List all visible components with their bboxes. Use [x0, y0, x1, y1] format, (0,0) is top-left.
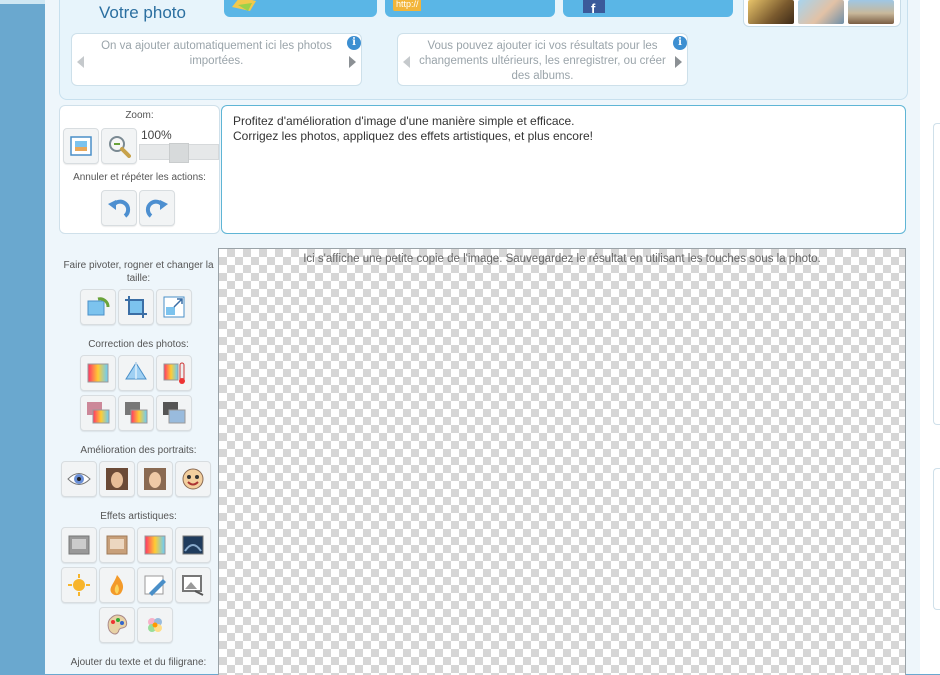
description-line-1: Profitez d'amélioration d'image d'une ma…: [233, 114, 575, 128]
zoom-panel: Zoom: 100% Annuler et répéter les action…: [59, 105, 220, 234]
zoom-label: Zoom:: [125, 110, 154, 121]
caricature-button[interactable]: [175, 461, 211, 497]
upload-panel: Votre photo http:// f On va ajouter auto…: [59, 0, 908, 100]
web-link-icon: http://: [393, 0, 421, 11]
effect-sun-button[interactable]: [61, 567, 97, 603]
results-text: Vous pouvez ajouter ici vos résultats po…: [419, 40, 666, 82]
upload-url-button[interactable]: http://: [385, 0, 555, 17]
fit-to-screen-button[interactable]: [63, 128, 99, 164]
correction-section-title: Correction des photos:: [88, 339, 189, 350]
effect-grayscale-button[interactable]: [61, 527, 97, 563]
info-icon[interactable]: i: [347, 36, 361, 50]
sharpen-button[interactable]: [118, 355, 154, 391]
imported-photos-note: On va ajouter automatiquement ici les ph…: [71, 33, 362, 86]
folder-icon: [232, 0, 256, 11]
redo-icon: [145, 199, 168, 218]
layers-icon: [87, 402, 110, 424]
page-title: Votre photo: [99, 3, 186, 22]
rotate-button[interactable]: [80, 289, 116, 325]
picture-frame-icon: [182, 575, 204, 596]
svg-text:f: f: [591, 1, 596, 13]
sample-photos: [743, 0, 901, 27]
effect-flowers-button[interactable]: [137, 607, 173, 643]
sepia-icon: [106, 535, 128, 555]
right-tab-lower[interactable]: [933, 468, 940, 610]
saturation-button[interactable]: [156, 395, 192, 431]
grayscale-icon: [68, 535, 90, 555]
redo-button[interactable]: [139, 190, 175, 226]
temperature-button[interactable]: [156, 355, 192, 391]
scroll-left-arrow[interactable]: [403, 56, 410, 68]
palette-icon: [107, 614, 128, 635]
face-retouch-button[interactable]: [137, 461, 173, 497]
sample-photo-1[interactable]: [748, 0, 794, 24]
face-icon: [106, 468, 128, 490]
undo-button[interactable]: [101, 190, 137, 226]
sample-photo-2[interactable]: [798, 0, 844, 24]
sample-photo-3[interactable]: [848, 0, 894, 24]
zoom-slider[interactable]: [139, 143, 219, 163]
rotate-section-title: Faire pivoter, rogner et changer la tail…: [63, 260, 214, 284]
effect-color-button[interactable]: [137, 527, 173, 563]
effects-section-title: Effets artistiques:: [100, 511, 177, 522]
effect-sepia-button[interactable]: [99, 527, 135, 563]
right-tab-upper[interactable]: [933, 123, 940, 425]
scroll-left-arrow[interactable]: [77, 56, 84, 68]
eye-icon: [67, 473, 91, 485]
layers-gray-icon: [125, 402, 148, 424]
effect-frame-button[interactable]: [175, 567, 211, 603]
crop-button[interactable]: [118, 289, 154, 325]
svg-text:http://: http://: [396, 0, 419, 9]
results-note: Vous pouvez ajouter ici vos résultats po…: [397, 33, 688, 86]
zoom-value: 100%: [141, 128, 172, 142]
pencil-icon: [144, 575, 166, 596]
portrait-icon: [144, 468, 166, 490]
night-photo-icon: [182, 535, 204, 555]
skin-smooth-button[interactable]: [99, 461, 135, 497]
cartoon-face-icon: [182, 468, 204, 490]
zoom-tool-button[interactable]: [101, 128, 137, 164]
description-box: Profitez d'amélioration d'image d'une ma…: [221, 105, 906, 234]
facebook-icon: f: [583, 0, 605, 13]
crop-icon: [125, 296, 147, 318]
portrait-section-title: Amélioration des portraits:: [80, 445, 197, 456]
rainbow-photo-icon: [144, 535, 166, 555]
resize-button[interactable]: [156, 289, 192, 325]
flower-icon: [148, 618, 162, 632]
red-eye-button[interactable]: [61, 461, 97, 497]
info-icon[interactable]: i: [673, 36, 687, 50]
fit-screen-icon: [70, 136, 92, 156]
layers-dark-icon: [163, 402, 186, 424]
effect-fire-button[interactable]: [99, 567, 135, 603]
undo-icon: [108, 199, 131, 218]
effect-sketch-button[interactable]: [137, 567, 173, 603]
prism-icon: [125, 362, 147, 380]
resize-icon: [163, 296, 185, 318]
thermometer-icon: [163, 362, 185, 384]
canvas-hint: Ici s'affiche une petite copie de l'imag…: [303, 253, 821, 265]
upload-facebook-button[interactable]: f: [563, 0, 733, 17]
scroll-right-arrow[interactable]: [349, 56, 356, 68]
sun-icon: [68, 574, 90, 596]
effect-painting-button[interactable]: [99, 607, 135, 643]
auto-color-button[interactable]: [80, 355, 116, 391]
color-photo-icon: [87, 363, 109, 383]
magnifier-icon: [109, 136, 131, 158]
effect-night-button[interactable]: [175, 527, 211, 563]
undo-redo-label: Annuler et répéter les actions:: [73, 172, 206, 183]
flame-icon: [110, 575, 124, 596]
description-line-2: Corrigez les photos, appliquez des effet…: [233, 129, 593, 143]
rotate-icon: [87, 297, 110, 316]
brightness-button[interactable]: [80, 395, 116, 431]
imported-photos-text: On va ajouter automatiquement ici les ph…: [101, 40, 332, 67]
text-section-title: Ajouter du texte et du filigrane:: [70, 657, 207, 668]
zoom-slider-handle[interactable]: [169, 143, 189, 163]
contrast-button[interactable]: [118, 395, 154, 431]
scroll-right-arrow[interactable]: [675, 56, 682, 68]
upload-computer-button[interactable]: [224, 0, 377, 17]
image-canvas[interactable]: Ici s'affiche une petite copie de l'imag…: [218, 248, 906, 675]
